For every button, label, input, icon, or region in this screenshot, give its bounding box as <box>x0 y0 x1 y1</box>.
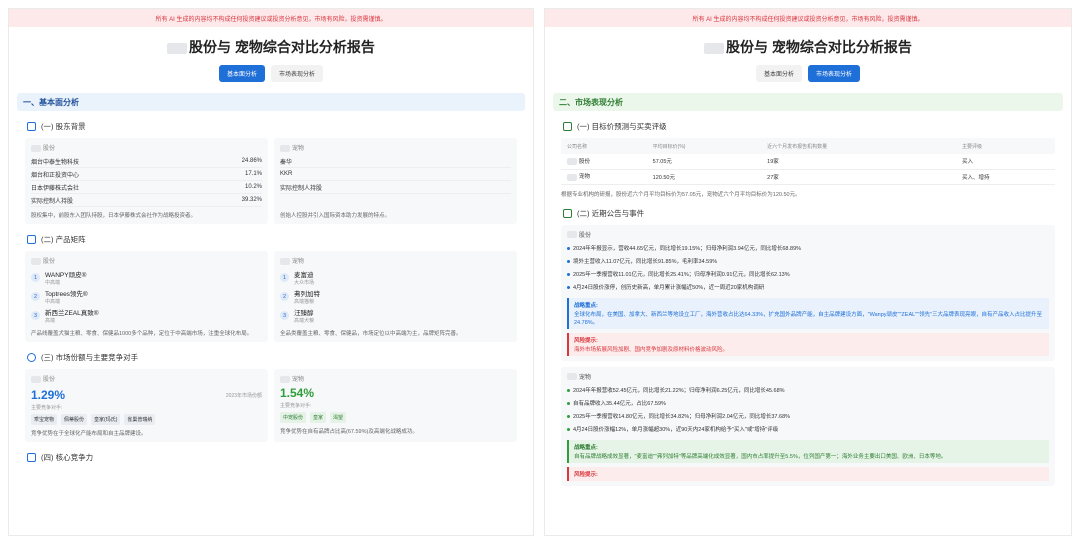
market-share-value: 1.29% <box>31 388 66 402</box>
strategy-box: 战略重点: 自有品牌战略成效显著，"麦富迪""弗列加特"等品牌高端化成效显著，国… <box>567 439 1049 463</box>
tab-fundamental[interactable]: 基本面分析 <box>218 65 265 82</box>
tab-market[interactable]: 市场表现分析 <box>808 65 861 82</box>
subsection-shareholders: (一) 股东背景 <box>27 121 533 132</box>
subsection-events: (二) 近期公告与事件 <box>563 208 1071 219</box>
list-item: 4月24日股价涨幅12%，单月涨幅超30%，近90天内24家机构给予"买入"或"… <box>567 423 1049 436</box>
risk-box: 风险提示: 海外市场拓展风险加剧、国内竞争加剧及原材料价格波动风险。 <box>567 332 1049 356</box>
subsection-ratings: (一) 目标价预测与买卖评级 <box>563 121 1071 132</box>
list-item: 1 WANPY顽皮® 中高端 <box>31 268 262 287</box>
pie-icon <box>27 353 36 362</box>
product-card-a: 股份 1 WANPY顽皮® 中高端 2 Toptrees领先® 中高端 3 新西兰ZEAL… <box>25 251 268 342</box>
market-card-b: 宠物 1.54% 主要竞争对手: 中宠股份 皇家 渴望 竞争优势在自有品牌占比高… <box>274 369 517 442</box>
section-title: 二、市场表现分析 <box>553 93 1063 111</box>
list-item: 2025年一季报营收14.80亿元，同比增长34.82%；归母净利润2.04亿元… <box>567 410 1049 423</box>
list-item: 自有品牌收入35.44亿元，占比67.59% <box>567 397 1049 410</box>
events-card-b: 宠物 2024年年报营收52.45亿元，同比增长21.22%；归母净利润6.25… <box>561 366 1055 486</box>
events-card-a: 股份 2024年年报显示，营收44.65亿元，同比增长19.15%；归母净利润3… <box>561 224 1055 361</box>
competitor-tag: 中宠股份 <box>280 412 307 423</box>
section-title: 一、基本面分析 <box>17 93 525 111</box>
market-card-a: 股份 1.29% 2023年市场份额 主要竞争对手: 乖宝宠物 佩蒂股份 皇家(… <box>25 369 268 442</box>
competitor-tag: 雀巢普瑞纳 <box>124 414 156 425</box>
shareholder-card-b: 宠物 秦华 KKR 实际控制人持股 创始人控股并引入国际资本助力发展的特点。 <box>274 138 517 224</box>
report-title: 股份与 宠物综合对比分析报告 <box>545 37 1071 57</box>
shareholder-row: 日本伊藤株式会社 10.2% <box>31 181 262 194</box>
shareholder-row: 实际控制人持股 <box>280 181 511 194</box>
competitor-tag: 皇家 <box>310 412 327 423</box>
risk-box: 风险提示: <box>567 466 1049 481</box>
tab-bar: 基本面分析 市场表现分析 <box>9 65 533 82</box>
ratings-table: 公司名称 平均目标价(%) 近六个月发布报告机构数量 主要评级 股份 57.05… <box>561 138 1055 185</box>
award-icon <box>27 453 36 462</box>
strategy-box: 战略重点: 全球化布局，在美国、加拿大、新西兰等地设立工厂，海外营收占比达64.… <box>567 297 1049 329</box>
list-item: 3 新西兰ZEAL真致® 高端 <box>31 306 262 325</box>
market-panel: 所有 AI 生成的内容均不构成任何投资建议或投资分析意见，市场有风险，投资需谨慎… <box>544 8 1072 536</box>
list-item: 2 Toptrees领先® 中高端 <box>31 287 262 306</box>
shareholder-row: 实际控制人持股 39.32% <box>31 194 262 207</box>
report-header: 股份与 宠物综合对比分析报告 基本面分析 市场表现分析 <box>9 27 533 87</box>
shareholder-row: 烟台中泰生物科技 24.86% <box>31 155 262 168</box>
shareholder-row: KKR <box>280 168 511 181</box>
report-header: 股份与 宠物综合对比分析报告 基本面分析 市场表现分析 <box>545 27 1071 87</box>
list-item: 1 麦富迪 大众市场 <box>280 268 511 287</box>
market-share-value: 1.54% <box>280 386 315 400</box>
competitor-tag: 乖宝宠物 <box>31 414 58 425</box>
shareholder-row: 烟台和正投资中心 17.1% <box>31 168 262 181</box>
report-title: 股份与 宠物综合对比分析报告 <box>9 37 533 57</box>
competitor-tag: 渴望 <box>330 412 347 423</box>
product-card-b: 宠物 1 麦富迪 大众市场 2 弗列加特 高端猫粮 3 汪臻醇 高端犬粮 全品类覆盖主粮、零… <box>274 251 517 342</box>
list-item: 4月24日股价涨停，创历史新高，单月累计涨幅近50%，近一周近20家机构调研 <box>567 281 1049 294</box>
list-item: 3 汪臻醇 高端犬粮 <box>280 306 511 325</box>
list-item: 2025年一季报营收11.01亿元，同比增长25.41%；归母净利润0.91亿元… <box>567 268 1049 281</box>
document-icon <box>563 208 572 218</box>
flag-icon <box>563 122 572 131</box>
shareholder-card-a: 股份 烟台中泰生物科技 24.86% 烟台和正投资中心 17.1% 日本伊藤株式会社… <box>25 138 268 224</box>
list-item: 2024年年报营收52.45亿元，同比增长21.22%；归母净利润6.25亿元，… <box>567 384 1049 397</box>
competitor-tag: 皇家(玛氏) <box>91 414 121 425</box>
building-icon <box>27 122 36 131</box>
tab-fundamental[interactable]: 基本面分析 <box>755 65 802 82</box>
list-item: 2 弗列加特 高端猫粮 <box>280 287 511 306</box>
disclaimer-bar: 所有 AI 生成的内容均不构成任何投资建议或投资分析意见，市场有风险，投资需谨慎… <box>545 9 1071 27</box>
fundamental-panel: 所有 AI 生成的内容均不构成任何投资建议或投资分析意见，市场有风险，投资需谨慎… <box>8 8 534 536</box>
subsection-core: (四) 核心竞争力 <box>27 452 533 463</box>
product-icon <box>27 235 36 244</box>
subsection-market-share: (三) 市场份额与主要竞争对手 <box>27 352 533 363</box>
disclaimer-bar: 所有 AI 生成的内容均不构成任何投资建议或投资分析意见，市场有风险，投资需谨慎… <box>9 9 533 27</box>
table-row: 股份 57.05元 19家 买入 <box>561 154 1055 170</box>
list-item: 2024年年报显示，营收44.65亿元，同比增长19.15%；归母净利润3.94… <box>567 242 1049 255</box>
tab-market[interactable]: 市场表现分析 <box>271 65 324 82</box>
table-row: 宠物 120.50元 27家 买入、增持 <box>561 169 1055 185</box>
subsection-products: (二) 产品矩阵 <box>27 234 533 245</box>
list-item: 境外主营收入11.07亿元，同比增长91.85%，毛利率34.59% <box>567 255 1049 268</box>
competitor-tag: 佩蒂股份 <box>61 414 88 425</box>
tab-bar: 基本面分析 市场表现分析 <box>545 65 1071 82</box>
shareholder-row: 秦华 <box>280 155 511 168</box>
